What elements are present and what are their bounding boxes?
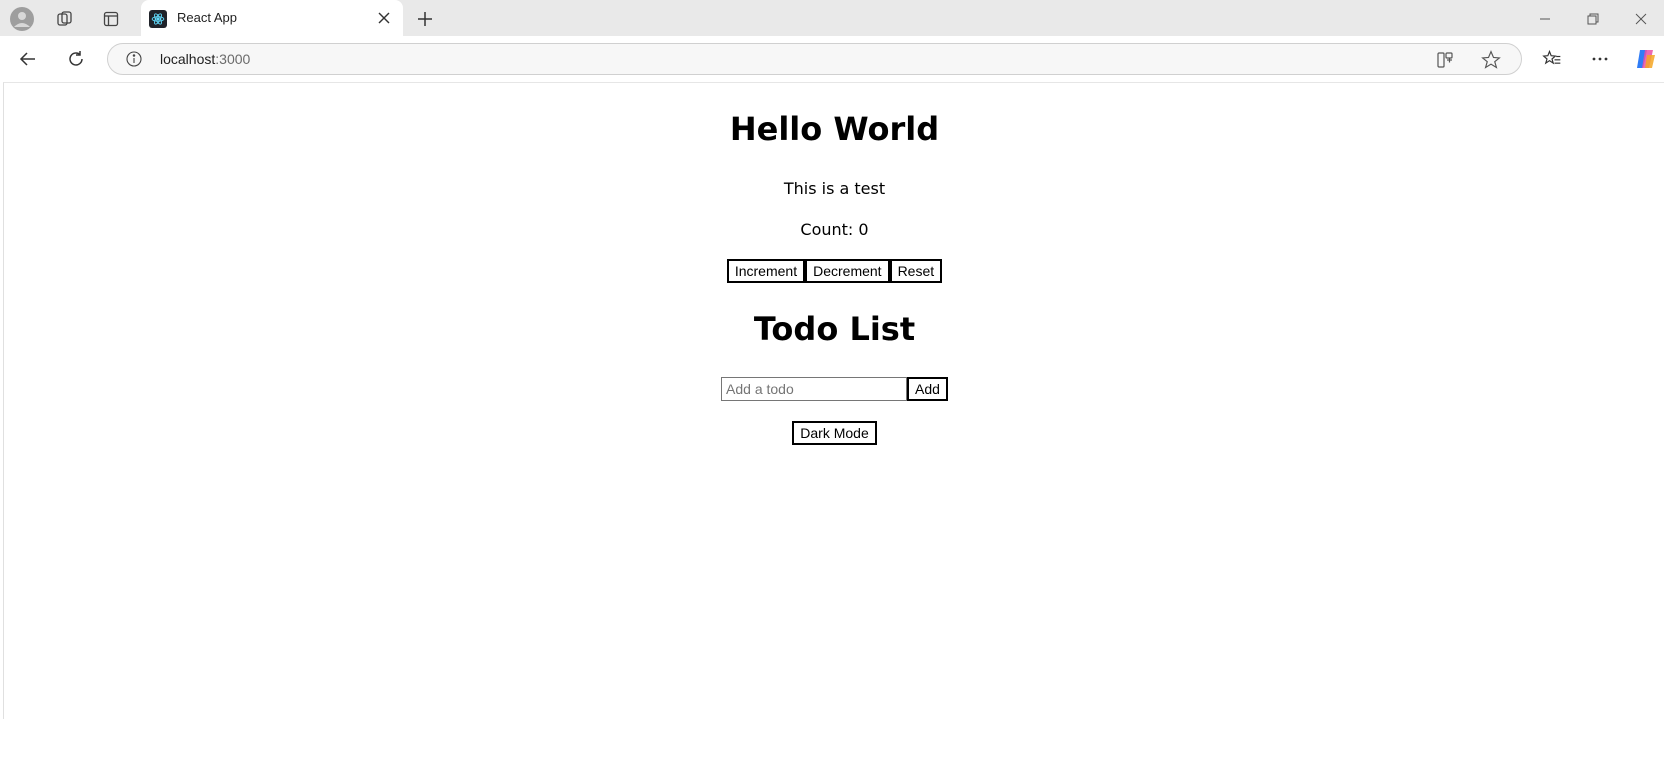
address-bar[interactable]: localhost:3000 <box>107 43 1522 75</box>
more-icon[interactable] <box>1585 44 1615 74</box>
url-host: localhost <box>160 51 216 67</box>
back-arrow-icon[interactable] <box>13 44 43 74</box>
plus-icon[interactable] <box>410 4 440 34</box>
tab-react-app[interactable]: React App <box>141 0 403 36</box>
workspaces-icon[interactable] <box>50 4 80 34</box>
info-icon[interactable] <box>126 51 142 67</box>
tab-actions-icon[interactable] <box>96 4 126 34</box>
favorites-icon[interactable] <box>1537 44 1567 74</box>
profile-icon[interactable] <box>7 4 37 34</box>
todo-form: Add <box>4 377 1664 401</box>
browser-toolbar: localhost:3000 <box>0 36 1664 82</box>
refresh-icon[interactable] <box>61 44 91 74</box>
reset-button[interactable]: Reset <box>889 259 943 283</box>
dark-mode-row: Dark Mode <box>4 421 1664 445</box>
close-window-icon[interactable] <box>1618 4 1664 34</box>
tab-strip: React App <box>0 0 1664 36</box>
increment-button[interactable]: Increment <box>726 259 806 283</box>
add-todo-button[interactable]: Add <box>907 377 948 401</box>
page-title: Hello World <box>729 110 940 148</box>
minimize-icon[interactable] <box>1522 4 1568 34</box>
react-favicon-icon <box>149 10 167 28</box>
url-text: localhost:3000 <box>160 51 250 67</box>
restore-icon[interactable] <box>1570 4 1616 34</box>
tab-title: React App <box>177 10 237 25</box>
decrement-button[interactable]: Decrement <box>805 259 890 283</box>
counter-buttons: Increment Decrement Reset <box>4 259 1664 283</box>
dark-mode-button[interactable]: Dark Mode <box>792 421 877 445</box>
subtitle-text: This is a test <box>783 179 886 198</box>
page-viewport: Hello World This is a test Count: 0 Incr… <box>3 82 1664 719</box>
count-text: Count: 0 <box>800 220 869 239</box>
split-screen-icon[interactable] <box>1434 49 1456 71</box>
star-icon[interactable] <box>1480 49 1502 71</box>
todo-input[interactable] <box>721 377 908 401</box>
copilot-icon[interactable] <box>1631 44 1661 74</box>
close-icon[interactable] <box>373 7 395 29</box>
todo-heading: Todo List <box>753 310 916 348</box>
url-port: :3000 <box>215 51 251 67</box>
